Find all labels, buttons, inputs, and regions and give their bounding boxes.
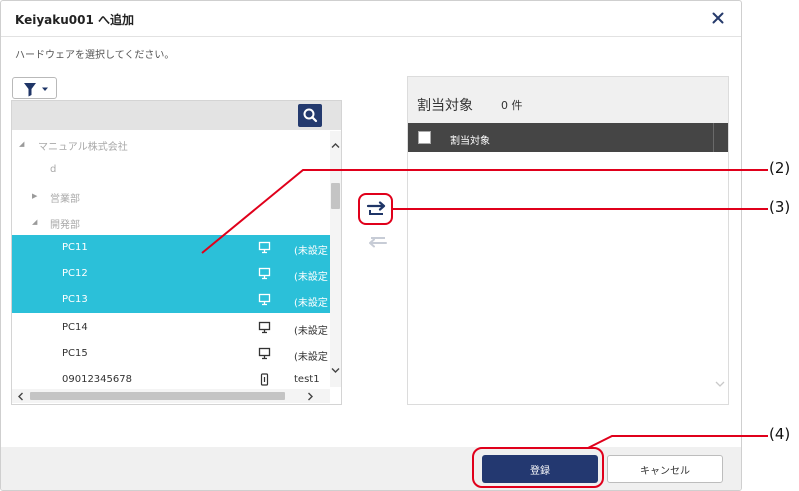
chevron-right-icon[interactable] [307,392,314,401]
dialog-title-bar: Keiyaku001 へ追加 [1,1,741,37]
assigned-targets-panel: 割当対象 0 件 割当対象 [407,76,729,405]
tree-device-row[interactable]: PC13 (未設定 [12,287,330,313]
tree-horizontal-scrollbar[interactable] [12,389,330,403]
device-name: PC15 [62,348,88,359]
tree-row-label: マニュアル株式会社 [38,142,128,153]
callout-4: (4) [769,425,791,443]
search-icon [303,108,318,123]
select-all-checkbox[interactable] [418,131,431,144]
tree-row-label: 開発部 [50,220,80,231]
device-status: (未設定 [294,352,328,363]
monitor-icon [258,293,271,306]
search-button[interactable] [298,104,322,127]
device-status: (未設定 [294,246,328,257]
filter-dropdown-button[interactable] [12,77,57,99]
dialog-title: Keiyaku001 へ追加 [15,13,135,27]
tree-group-row[interactable]: d [12,157,330,183]
filter-icon [24,83,36,97]
assigned-title: 割当対象 [417,98,473,114]
device-name: PC12 [62,268,88,279]
tree-device-row[interactable]: PC15 (未設定 [12,341,330,367]
horizontal-scroll-thumb[interactable] [30,392,285,400]
tree-device-row[interactable]: PC11 (未設定 [12,235,330,261]
close-icon[interactable] [709,9,727,27]
assigned-column-header: 割当対象 [408,123,728,152]
cancel-button[interactable]: キャンセル [607,455,723,483]
tree-search-bar [12,101,341,130]
chevron-up-icon[interactable] [331,142,340,149]
register-button[interactable]: 登録 [482,455,598,483]
callout-2: (2) [769,159,791,177]
assigned-header: 割当対象 0 件 [408,77,728,123]
expanded-arrow-icon[interactable]: ◢ [19,140,24,148]
device-status: (未設定 [294,326,328,337]
caret-down-icon [42,87,48,91]
tree-vertical-scrollbar[interactable] [330,131,341,387]
move-right-icon [366,201,386,215]
tree-device-row[interactable]: 09012345678 test1 [12,367,330,387]
tree-device-row[interactable]: PC12 (未設定 [12,261,330,287]
instruction-text: ハードウェアを選択してください。 [15,50,175,61]
callout-3: (3) [769,198,791,216]
device-status: (未設定 [294,272,328,283]
device-status: (未設定 [294,298,328,309]
device-status: test1 [294,374,320,385]
monitor-icon [258,267,271,280]
expanded-arrow-icon[interactable]: ◢ [32,218,37,226]
device-name: 09012345678 [62,374,132,385]
add-hardware-dialog: Keiyaku001 へ追加 ハードウェアを選択してください。 ◢ マニュアル株… [0,0,742,491]
collapsed-arrow-icon[interactable]: ▶ [32,192,37,200]
tree-group-row[interactable]: ▶ 営業部 [12,183,330,209]
device-name: PC13 [62,294,88,305]
monitor-icon [258,321,271,334]
move-left-button[interactable] [363,233,391,253]
chevron-down-icon[interactable] [714,379,726,389]
tree-group-row[interactable]: ◢ 開発部 [12,209,330,235]
vertical-scroll-thumb[interactable] [331,183,340,209]
mobile-icon [260,373,269,386]
tree-row-label: 営業部 [50,194,80,205]
tree-group-row[interactable]: ◢ マニュアル株式会社 [12,131,330,157]
column-label: 割当対象 [450,136,490,147]
device-name: PC14 [62,322,88,333]
monitor-icon [258,347,271,360]
move-right-button[interactable] [363,198,391,222]
device-name: PC11 [62,242,88,253]
tree-row-label: d [50,164,57,175]
chevron-left-icon[interactable] [17,392,24,401]
monitor-icon [258,241,271,254]
chevron-down-icon[interactable] [331,367,340,374]
move-left-icon [369,237,387,248]
hardware-tree-panel: ◢ マニュアル株式会社 d ▶ 営業部 ◢ 開発部 PC11 (未設定 PC12 [11,100,342,405]
assigned-count: 0 件 [501,99,523,112]
column-divider [713,123,714,152]
tree-device-row[interactable]: PC14 (未設定 [12,315,330,341]
hardware-tree: ◢ マニュアル株式会社 d ▶ 営業部 ◢ 開発部 PC11 (未設定 PC12 [12,131,330,387]
